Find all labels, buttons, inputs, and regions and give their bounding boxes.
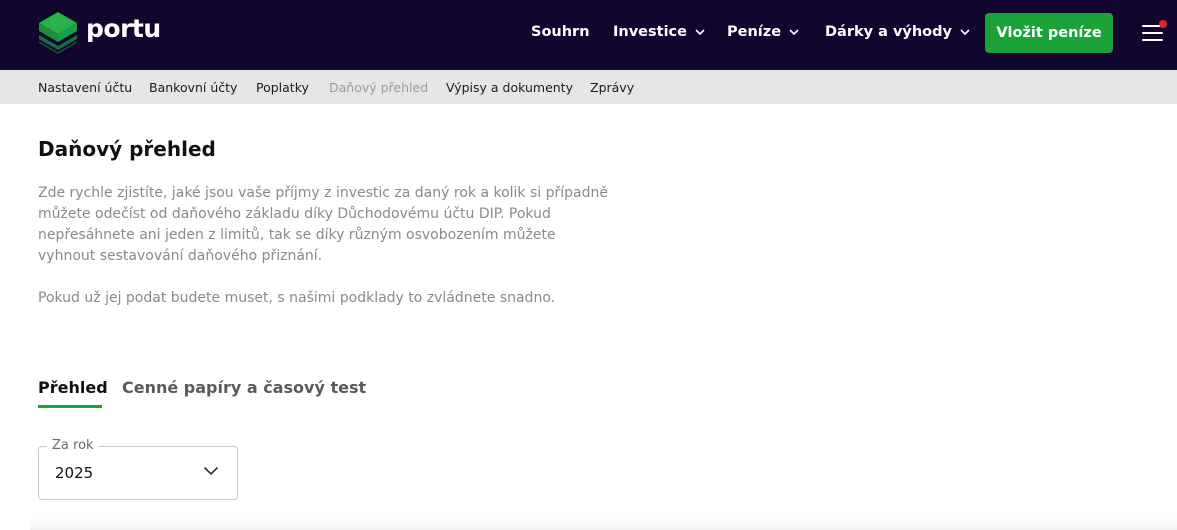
portu-logo-icon xyxy=(39,12,77,54)
deposit-money-button[interactable]: Vložit peníze xyxy=(985,13,1113,53)
year-select-label: Za rok xyxy=(47,438,99,453)
content-card-edge xyxy=(30,518,1177,530)
brand-name: portu xyxy=(86,13,161,43)
hamburger-icon xyxy=(1142,32,1163,34)
nav-item-label: Investice xyxy=(613,24,687,40)
chevron-down-icon xyxy=(203,466,219,476)
account-subnav: Nastavení účtu Bankovní účty Poplatky Da… xyxy=(0,70,1177,104)
nav-item-label: Souhrn xyxy=(531,24,590,40)
nav-item-darky-a-vyhody[interactable]: Dárky a výhody xyxy=(825,24,970,40)
chevron-down-icon xyxy=(695,29,705,35)
intro-line: Zde rychle zjistíte, jaké jsou vaše příj… xyxy=(38,185,608,201)
subnav-item-poplatky[interactable]: Poplatky xyxy=(256,80,309,95)
intro-line: nepřesáhnete ani jeden z limitů, tak se … xyxy=(38,227,556,243)
nav-item-souhrn[interactable]: Souhrn xyxy=(531,24,590,40)
subnav-item-vypisy-a-dokumenty[interactable]: Výpisy a dokumenty xyxy=(446,80,573,95)
intro-paragraph: Zde rychle zjistíte, jaké jsou vaše příj… xyxy=(38,183,608,267)
intro-line: můžete odečíst od daňového základu díky … xyxy=(38,206,551,222)
notification-dot-icon xyxy=(1159,20,1167,28)
chevron-down-icon xyxy=(960,29,970,35)
tab-cenne-papiry[interactable]: Cenné papíry a časový test xyxy=(122,378,366,397)
subnav-item-zpravy[interactable]: Zprávy xyxy=(590,80,634,95)
tab-prehled[interactable]: Přehled xyxy=(38,378,108,397)
nav-item-label: Dárky a výhody xyxy=(825,24,952,40)
chevron-down-icon xyxy=(789,29,799,35)
active-tab-indicator xyxy=(38,405,102,408)
intro-second-paragraph: Pokud už jej podat budete muset, s našim… xyxy=(38,290,556,306)
nav-item-penize[interactable]: Peníze xyxy=(727,24,799,40)
hamburger-menu-button[interactable] xyxy=(1142,20,1167,41)
page-title: Daňový přehled xyxy=(38,137,216,161)
nav-item-investice[interactable]: Investice xyxy=(613,24,705,40)
subnav-item-nastaveni-uctu[interactable]: Nastavení účtu xyxy=(38,80,132,95)
hamburger-icon xyxy=(1142,39,1163,41)
subnav-item-bankovni-ucty[interactable]: Bankovní účty xyxy=(149,80,237,95)
top-navigation-bar: portu Souhrn Investice Peníze Dárky a vý… xyxy=(0,0,1177,70)
subnav-item-danovy-prehled[interactable]: Daňový přehled xyxy=(329,80,428,95)
portu-logo[interactable]: portu xyxy=(38,12,161,54)
year-select-value: 2025 xyxy=(55,464,94,482)
year-select[interactable]: Za rok 2025 xyxy=(38,438,238,500)
nav-item-label: Peníze xyxy=(727,24,782,40)
intro-line: vyhnout sestavování daňového přiznání. xyxy=(38,248,323,264)
